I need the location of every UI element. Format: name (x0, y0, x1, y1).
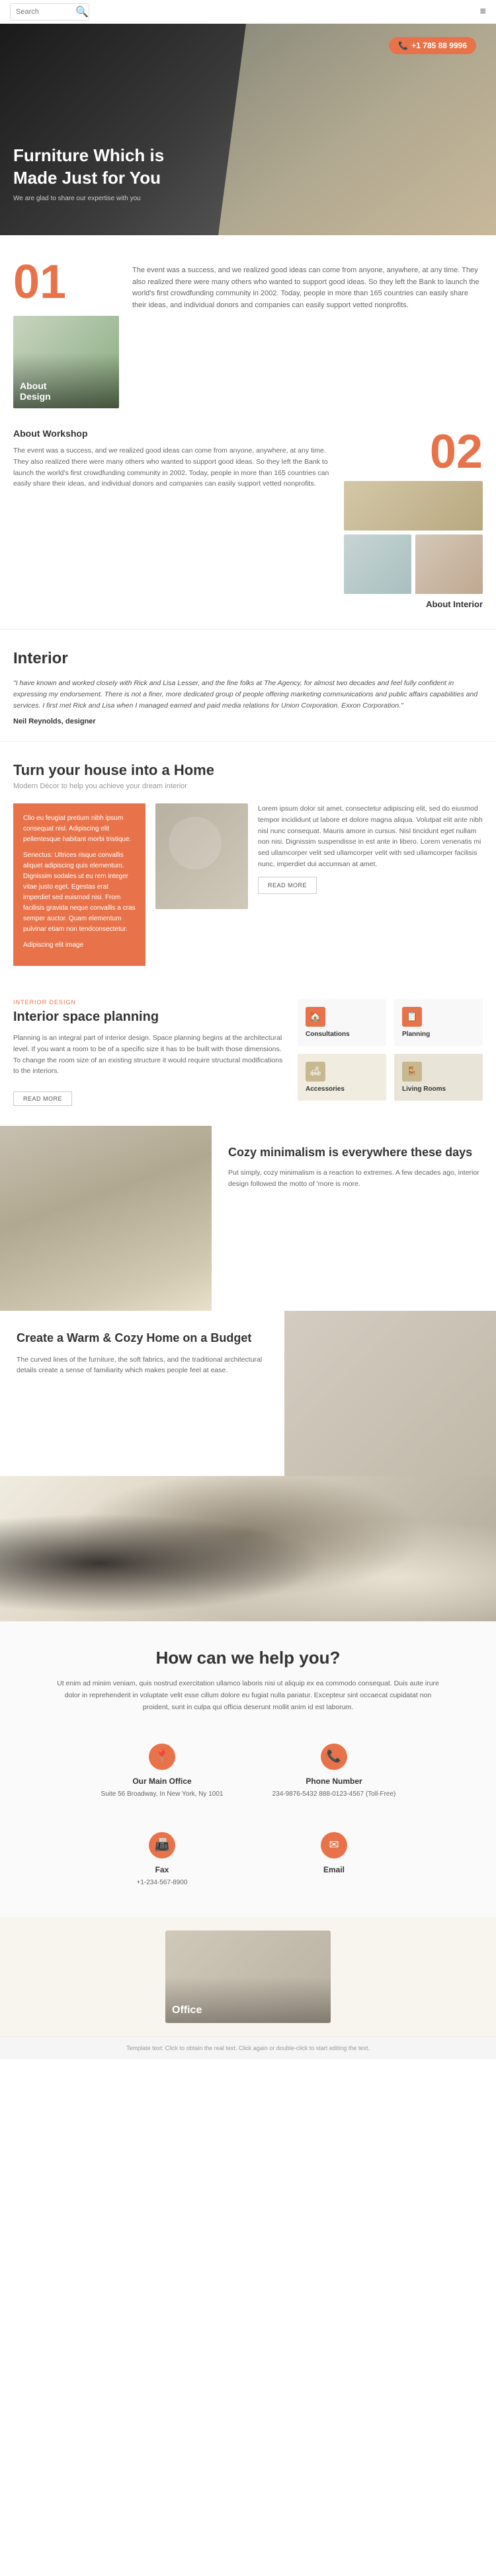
home-center-image (155, 803, 248, 909)
help-heading: How can we help you? (13, 1648, 483, 1668)
office-label: Office (172, 2005, 202, 2016)
turn-home-heading: Turn your house into a Home (13, 762, 483, 779)
contact-phone: 📞 Phone Number 234-9876-5432 888-0123-45… (255, 1734, 413, 1809)
planning-read-more[interactable]: READ MORE (13, 1091, 72, 1106)
planning-tag: Interior Design (13, 999, 284, 1006)
office-icon: 📍 (149, 1744, 175, 1770)
fax-icon: 📠 (149, 1832, 175, 1858)
help-section: How can we help you? Ut enim ad minim ve… (0, 1621, 496, 1917)
contact-office: 📍 Our Main Office Suite 56 Broadway, In … (83, 1734, 241, 1809)
interior-image-1 (344, 481, 483, 531)
interior-quote: "I have known and worked closely with Ri… (13, 678, 483, 728)
workshop-section: About Workshop The event was a success, … (0, 415, 496, 629)
hero-subtitle: We are glad to share our expertise with … (13, 195, 159, 202)
about-design-image: AboutDesign (13, 316, 119, 408)
cozy-image (0, 1126, 212, 1311)
contact-grid: 📍 Our Main Office Suite 56 Broadway, In … (83, 1734, 413, 1897)
interior-heading: Interior (13, 649, 483, 668)
planning-title: Interior space planning (13, 1009, 284, 1025)
planning-left: Interior Design Interior space planning … (13, 999, 284, 1106)
about-design-section: 01 AboutDesign The event was a success, … (0, 235, 496, 415)
home-orange-box: Clio eu feugiat pretium nibh ipsum conse… (13, 803, 145, 966)
contact-email: ✉ Email (255, 1822, 413, 1897)
office-image: Office (165, 1931, 331, 2023)
cozy-title: Cozy minimalism is everywhere these days (228, 1146, 479, 1159)
service-accessories: 🛋 Accessories (298, 1054, 386, 1101)
number-01: 01 AboutDesign (13, 258, 119, 408)
turn-home-section: Turn your house into a Home Modern Décor… (0, 741, 496, 979)
hero-section: Furniture Which is Made Just for You We … (0, 24, 496, 235)
warm-content: Create a Warm & Cozy Home on a Budget Th… (0, 1311, 284, 1476)
planning-section: Interior Design Interior space planning … (0, 979, 496, 1126)
warm-section: Create a Warm & Cozy Home on a Budget Th… (0, 1311, 496, 1476)
panorama-image (0, 1476, 496, 1621)
consultations-icon: 🏠 (306, 1007, 325, 1027)
warm-text: The curved lines of the furniture, the s… (17, 1354, 268, 1377)
search-icon: 🔍 (75, 5, 89, 18)
section-01-number: 01 (13, 258, 66, 306)
search-input[interactable] (16, 8, 75, 16)
planning-text: Planning is an integral part of interior… (13, 1033, 284, 1077)
help-text: Ut enim ad minim veniam, quis nostrud ex… (56, 1678, 440, 1714)
consultations-label: Consultations (306, 1031, 378, 1038)
office-value: Suite 56 Broadway, In New York, Ny 1001 (93, 1789, 231, 1799)
service-consultations: 🏠 Consultations (298, 999, 386, 1046)
accessories-label: Accessories (306, 1086, 378, 1093)
warm-title: Create a Warm & Cozy Home on a Budget (17, 1331, 268, 1346)
warm-image (284, 1311, 496, 1476)
service-living-rooms: 🪑 Living Rooms (394, 1054, 483, 1101)
orange-text-2: Senectus: Ultrices risque convallis aliq… (23, 850, 136, 935)
interior-image-2 (344, 534, 411, 594)
phone-icon: 📞 (398, 41, 408, 50)
workshop-text: The event was a success, and we realized… (13, 445, 331, 490)
hero-phone-number: +1 785 88 9996 (411, 41, 467, 50)
orange-text-1: Clio eu feugiat pretium nibh ipsum conse… (23, 813, 136, 845)
home-row: Clio eu feugiat pretium nibh ipsum conse… (13, 803, 483, 966)
living-rooms-label: Living Rooms (402, 1086, 475, 1093)
footer-text: Template text: Click to obtain the real … (126, 2045, 370, 2051)
planning-right: 🏠 Consultations 📋 Planning 🛋 Accessories… (298, 999, 483, 1106)
planning-row: Interior Design Interior space planning … (13, 999, 483, 1106)
interior-image-3 (415, 534, 483, 594)
cozy-section: Cozy minimalism is everywhere these days… (0, 1126, 496, 1311)
office-section: Office (0, 1917, 496, 2036)
cozy-text: Put simply, cozy minimalism is a reactio… (228, 1167, 479, 1190)
quote-author: Neil Reynolds, designer (13, 716, 483, 728)
hero-title: Furniture Which is Made Just for You (13, 145, 198, 190)
read-more-button[interactable]: READ MORE (258, 877, 317, 894)
menu-icon[interactable]: ≡ (480, 6, 486, 18)
phone-value: 234-9876-5432 888-0123-4567 (Toll-Free) (265, 1789, 403, 1799)
home-main-text: Lorem ipsum dolor sit amet, consectetur … (258, 803, 483, 870)
workshop-title: About Workshop (13, 428, 331, 439)
email-icon: ✉ (321, 1832, 347, 1858)
hero-room-image (218, 24, 496, 235)
search-box[interactable]: 🔍 (10, 3, 89, 20)
cozy-content: Cozy minimalism is everywhere these days… (212, 1126, 496, 1311)
about-design-label: AboutDesign (20, 381, 51, 402)
phone-label: Phone Number (265, 1777, 403, 1786)
orange-more: Adipiscing elit image (23, 940, 136, 951)
hero-content: Furniture Which is Made Just for You We … (13, 145, 198, 202)
planning-label: Planning (402, 1031, 475, 1038)
footer: Template text: Click to obtain the real … (0, 2036, 496, 2059)
turn-home-subtitle: Modern Décor to help you achieve your dr… (13, 782, 483, 790)
office-label: Our Main Office (93, 1777, 231, 1786)
email-label: Email (265, 1865, 403, 1874)
home-right-text: Lorem ipsum dolor sit amet, consectetur … (258, 803, 483, 966)
services-grid: 🏠 Consultations 📋 Planning 🛋 Accessories… (298, 999, 483, 1101)
accessories-icon: 🛋 (306, 1062, 325, 1082)
hero-phone[interactable]: 📞 +1 785 88 9996 (389, 37, 476, 54)
about-interior-label: About Interior (426, 599, 483, 609)
header: 🔍 ≡ (0, 0, 496, 24)
planning-icon: 📋 (402, 1007, 422, 1027)
service-planning: 📋 Planning (394, 999, 483, 1046)
living-rooms-icon: 🪑 (402, 1062, 422, 1082)
fax-label: Fax (93, 1865, 231, 1874)
about-design-text: The event was a success, and we realized… (132, 258, 483, 311)
section-02-number: 02 (430, 428, 483, 476)
contact-fax: 📠 Fax +1-234-567-8900 (83, 1822, 241, 1897)
interior-heading-section: Interior "I have known and worked closel… (0, 629, 496, 741)
fax-value: +1-234-567-8900 (93, 1878, 231, 1888)
phone-icon: 📞 (321, 1744, 347, 1770)
